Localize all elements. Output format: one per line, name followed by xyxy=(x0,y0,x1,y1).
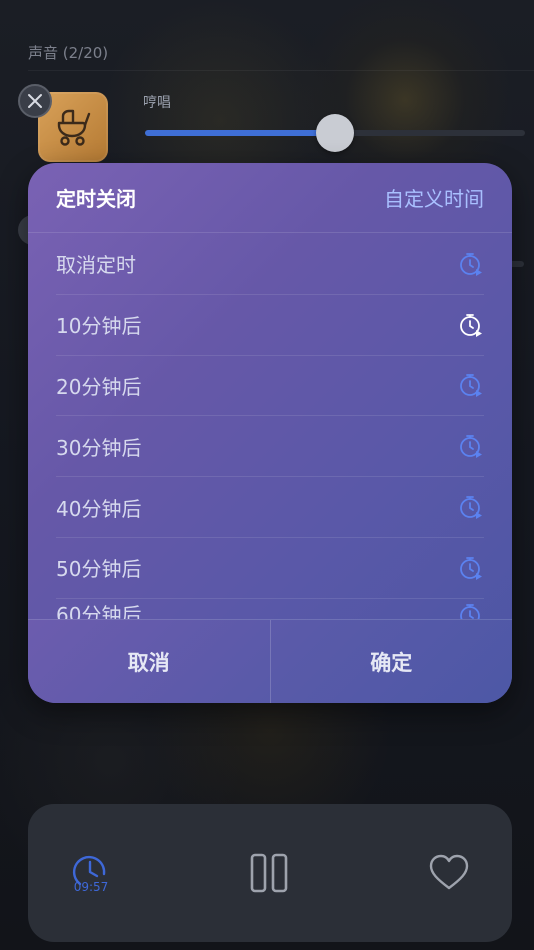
timer-option[interactable]: 取消定时 xyxy=(56,234,484,295)
timer-option[interactable]: 10分钟后 xyxy=(56,295,484,356)
pause-icon[interactable] xyxy=(249,853,289,893)
dialog-title: 定时关闭 xyxy=(56,187,136,211)
timer-option-label: 20分钟后 xyxy=(56,374,142,399)
timer-button[interactable]: 09:57 xyxy=(68,852,114,898)
stopwatch-icon xyxy=(458,555,484,581)
player-bar: 09:57 xyxy=(28,804,512,942)
timer-option-label: 30分钟后 xyxy=(56,435,142,460)
section-title: 声音 (2/20) xyxy=(28,44,109,62)
timer-option[interactable]: 20分钟后 xyxy=(56,356,484,417)
timer-option[interactable]: 60分钟后 xyxy=(56,599,484,620)
stopwatch-icon xyxy=(458,312,484,338)
volume-slider[interactable] xyxy=(145,114,525,152)
cancel-button[interactable]: 取消 xyxy=(28,620,270,703)
timer-dialog: 定时关闭 自定义时间 取消定时 10分钟后 20分钟后 30分钟后 40分钟后 50分钟后… xyxy=(28,163,512,703)
stopwatch-icon xyxy=(458,494,484,520)
custom-time-link[interactable]: 自定义时间 xyxy=(384,183,484,212)
timer-option-label: 10分钟后 xyxy=(56,314,142,339)
timer-option[interactable]: 40分钟后 xyxy=(56,477,484,538)
sound-row: 哼唱 xyxy=(0,80,534,170)
stopwatch-icon xyxy=(458,251,484,277)
stopwatch-icon xyxy=(458,372,484,398)
divider xyxy=(28,70,534,71)
stopwatch-icon xyxy=(458,433,484,459)
timer-option[interactable]: 30分钟后 xyxy=(56,416,484,478)
confirm-button[interactable]: 确定 xyxy=(269,620,513,703)
timer-option-list[interactable]: 取消定时 10分钟后 20分钟后 30分钟后 40分钟后 50分钟后 60分钟后 xyxy=(28,234,512,620)
dialog-header: 定时关闭 自定义时间 xyxy=(28,163,512,233)
dialog-footer: 取消 确定 xyxy=(28,619,512,703)
timer-option-label: 40分钟后 xyxy=(56,496,142,521)
baby-stroller-icon xyxy=(57,109,91,146)
timer-option[interactable]: 50分钟后 xyxy=(56,538,484,599)
stopwatch-icon xyxy=(458,602,484,620)
close-icon xyxy=(28,94,42,108)
volume-slider-thumb[interactable] xyxy=(316,114,354,152)
timer-countdown: 09:57 xyxy=(73,880,109,894)
timer-option-label: 60分钟后 xyxy=(56,602,142,620)
timer-option-label: 50分钟后 xyxy=(56,557,142,582)
sound-name: 哼唱 xyxy=(143,95,171,111)
timer-option-label: 取消定时 xyxy=(56,253,136,278)
remove-sound-button[interactable] xyxy=(18,84,52,118)
volume-slider-fill xyxy=(145,130,335,136)
heart-icon[interactable] xyxy=(429,854,469,892)
